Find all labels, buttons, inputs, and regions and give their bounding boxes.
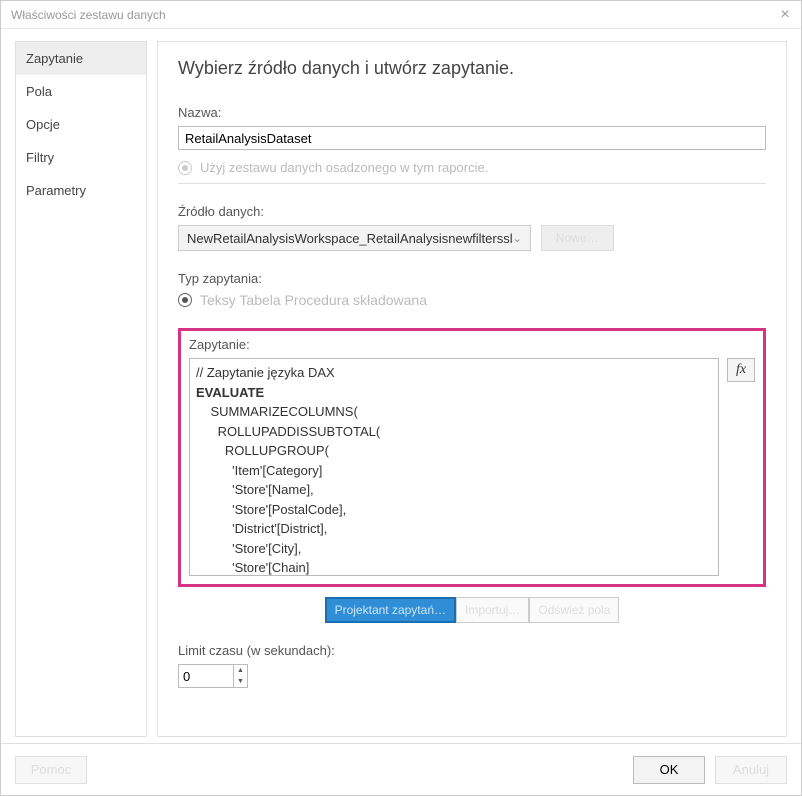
dialog-body: Zapytanie Pola Opcje Filtry Parametry Wy… — [1, 29, 801, 743]
datasource-value: NewRetailAnalysisWorkspace_RetailAnalysi… — [187, 231, 513, 246]
query-type-radio-group: Teksy Tabela Procedura składowana — [178, 292, 766, 308]
new-datasource-button: Nowe… — [541, 225, 614, 251]
sidebar-item-zapytanie[interactable]: Zapytanie — [16, 42, 146, 75]
datasource-label: Źródło danych: — [178, 204, 766, 219]
spinner-down-icon[interactable]: ▼ — [234, 676, 247, 687]
dialog-footer: Pomoc OK Anuluj — [1, 743, 801, 795]
dialog-title: Właściwości zestawu danych — [11, 8, 166, 22]
sidebar: Zapytanie Pola Opcje Filtry Parametry — [15, 41, 147, 737]
fx-button[interactable]: fx — [727, 358, 755, 382]
query-type-label: Typ zapytania: — [178, 271, 766, 286]
timeout-label: Limit czasu (w sekundach): — [178, 643, 766, 658]
name-input[interactable] — [178, 126, 766, 150]
timeout-input[interactable] — [178, 664, 234, 688]
embedded-dataset-radio: Użyj zestawu danych osadzonego w tym rap… — [178, 160, 766, 175]
radio-icon[interactable] — [178, 293, 192, 307]
cancel-button[interactable]: Anuluj — [715, 756, 787, 784]
dialog: Właściwości zestawu danych × Zapytanie P… — [0, 0, 802, 796]
query-type-options: Teksy Tabela Procedura składowana — [200, 292, 427, 308]
content-panel: Wybierz źródło danych i utwórz zapytanie… — [157, 41, 787, 737]
query-textarea[interactable]: // Zapytanie języka DAX EVALUATE SUMMARI… — [189, 358, 719, 576]
spinner-up-icon[interactable]: ▲ — [234, 665, 247, 676]
embedded-dataset-label: Użyj zestawu danych osadzonego w tym rap… — [200, 160, 488, 175]
datasource-select[interactable]: NewRetailAnalysisWorkspace_RetailAnalysi… — [178, 225, 531, 251]
refresh-fields-button[interactable]: Odśwież pola — [529, 597, 619, 623]
name-label: Nazwa: — [178, 105, 766, 120]
timeout-spinner[interactable]: ▲ ▼ — [178, 664, 248, 688]
divider — [178, 183, 766, 184]
radio-icon — [178, 161, 192, 175]
import-button[interactable]: Importuj… — [456, 597, 529, 623]
query-designer-button[interactable]: Projektant zapytań… — [325, 597, 456, 623]
query-label: Zapytanie: — [189, 337, 755, 352]
help-button: Pomoc — [15, 756, 87, 784]
page-heading: Wybierz źródło danych i utwórz zapytanie… — [178, 58, 766, 79]
sidebar-item-parametry[interactable]: Parametry — [16, 174, 146, 207]
close-icon[interactable]: × — [775, 6, 795, 24]
sidebar-item-filtry[interactable]: Filtry — [16, 141, 146, 174]
sidebar-item-opcje[interactable]: Opcje — [16, 108, 146, 141]
query-highlight-box: Zapytanie: // Zapytanie języka DAX EVALU… — [178, 328, 766, 587]
ok-button[interactable]: OK — [633, 756, 705, 784]
titlebar: Właściwości zestawu danych × — [1, 1, 801, 29]
sidebar-item-pola[interactable]: Pola — [16, 75, 146, 108]
chevron-down-icon: ⌄ — [513, 232, 522, 245]
